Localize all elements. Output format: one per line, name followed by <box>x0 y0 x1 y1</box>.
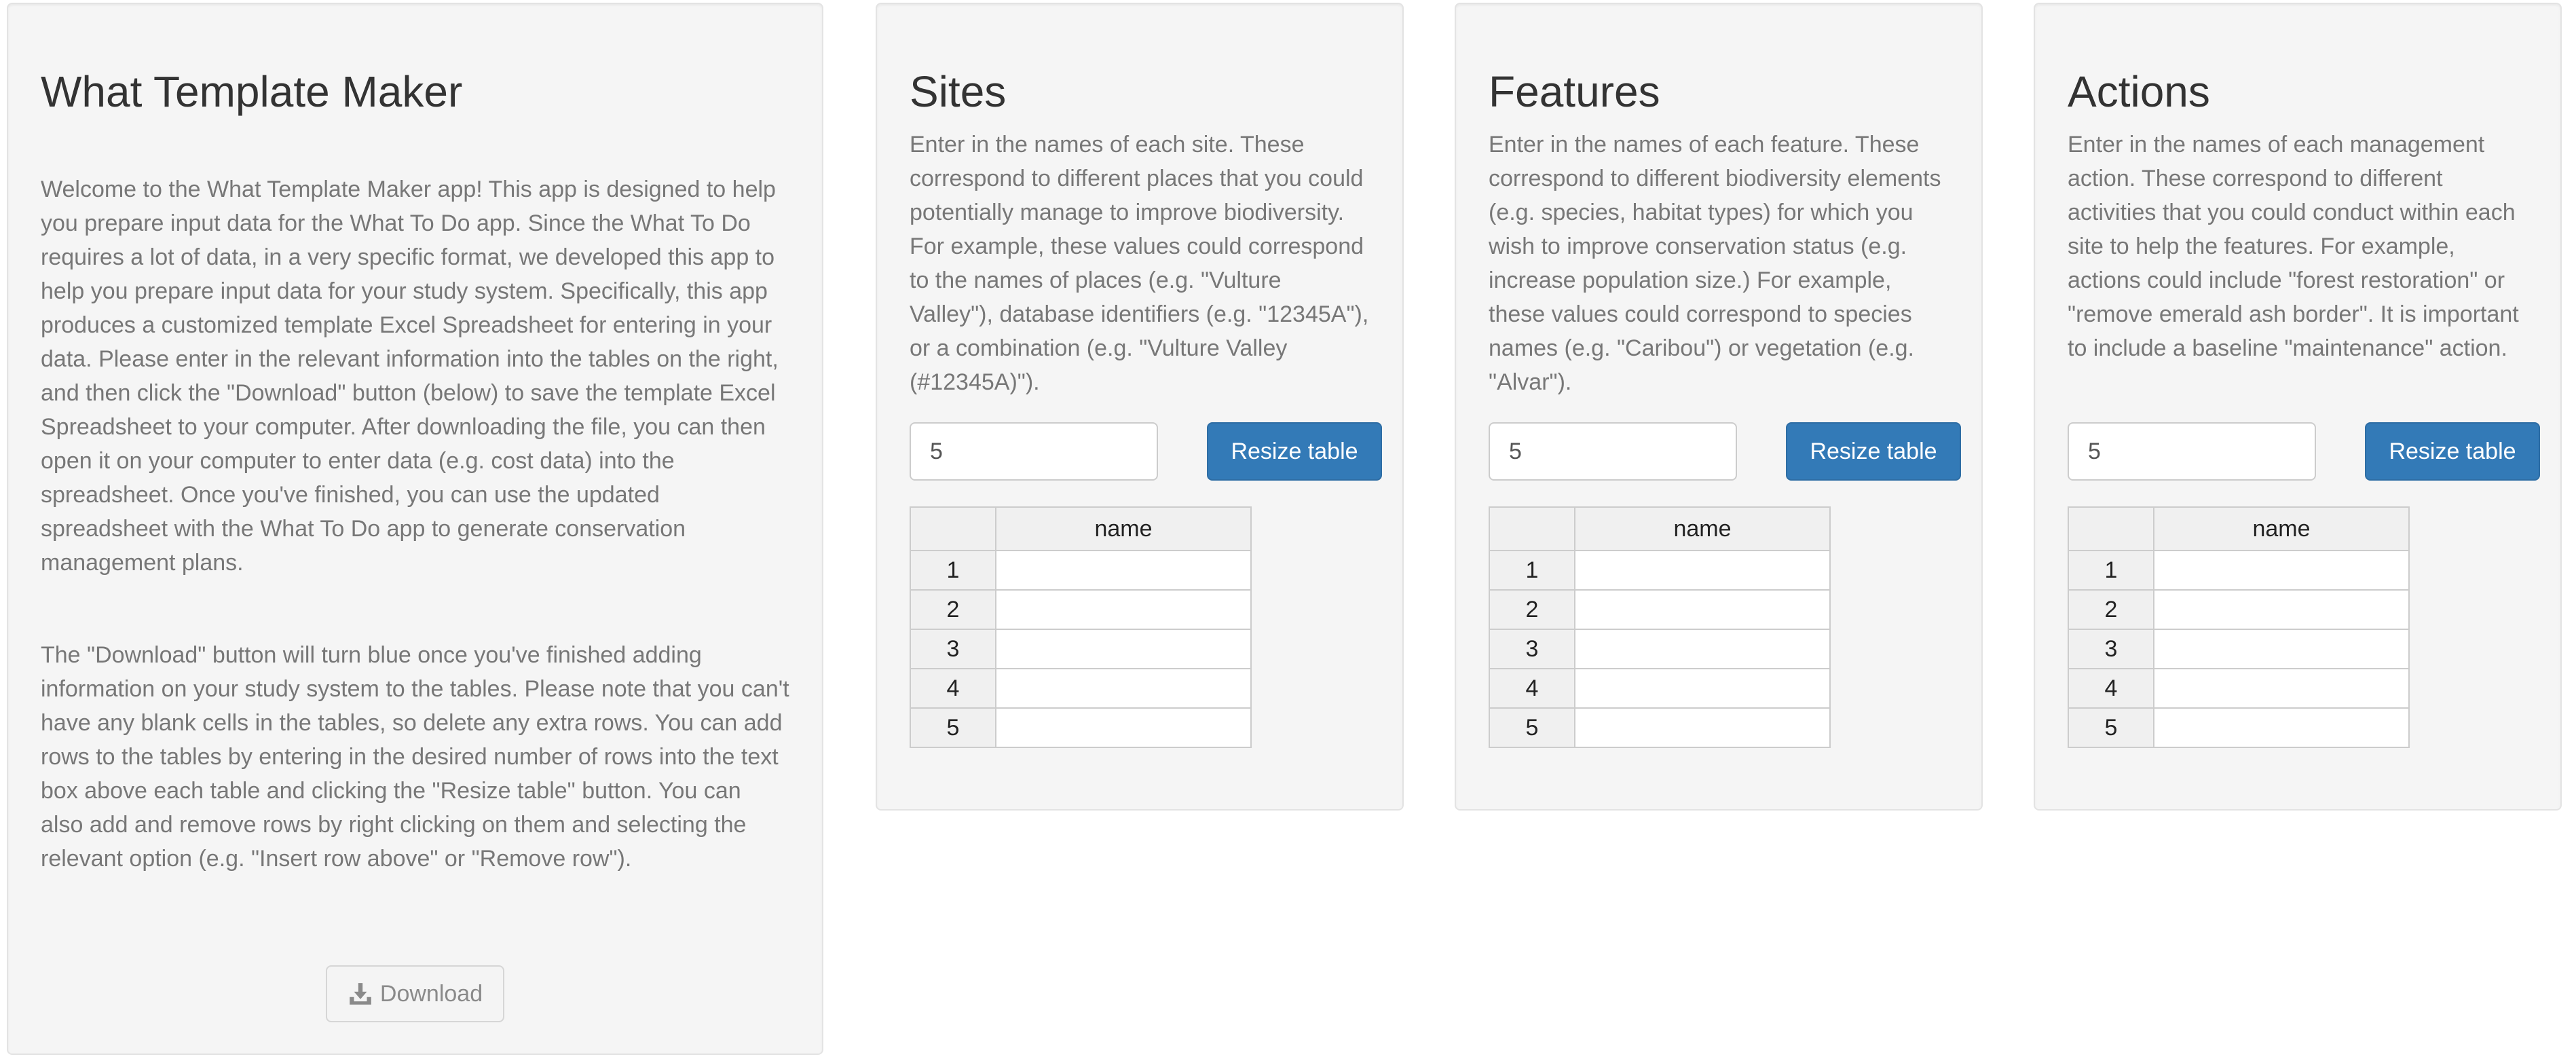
table-cell[interactable] <box>995 550 1252 591</box>
row-header[interactable]: 5 <box>2068 707 2154 748</box>
table-cell[interactable] <box>995 629 1252 669</box>
table-cell[interactable] <box>995 668 1252 709</box>
row-header[interactable]: 4 <box>2068 668 2154 709</box>
table-row: 3 <box>2068 629 2410 669</box>
table-row: 3 <box>910 629 1252 669</box>
row-header[interactable]: 5 <box>910 707 996 748</box>
actions-panel: Actions Enter in the names of each manag… <box>2034 3 2562 811</box>
download-button-label: Download <box>379 980 483 1007</box>
sites-title: Sites <box>910 67 1007 116</box>
row-header[interactable]: 1 <box>1489 550 1575 591</box>
download-button[interactable]: Download <box>325 965 505 1022</box>
table-cell[interactable] <box>1574 550 1831 591</box>
table-row: 5 <box>1489 707 1831 748</box>
row-header[interactable]: 4 <box>1489 668 1575 709</box>
column-header-name[interactable]: name <box>2153 506 2410 551</box>
row-header[interactable]: 5 <box>1489 707 1575 748</box>
row-header[interactable]: 3 <box>1489 629 1575 669</box>
column-header-name[interactable]: name <box>1574 506 1831 551</box>
features-panel: Features Enter in the names of each feat… <box>1455 3 1983 811</box>
table-row: 3 <box>1489 629 1831 669</box>
table-cell[interactable] <box>1574 629 1831 669</box>
intro-paragraph-instructions: The "Download" button will turn blue onc… <box>41 642 789 872</box>
sites-controls: Resize table <box>910 422 1382 482</box>
table-cell[interactable] <box>2153 668 2410 709</box>
table-row: 1 <box>910 550 1252 591</box>
table-cell[interactable] <box>2153 550 2410 591</box>
page: What Template Maker Welcome to the What … <box>0 0 2576 1061</box>
table-cell[interactable] <box>1574 589 1831 630</box>
actions-row-count-input[interactable] <box>2068 422 2316 481</box>
table-row: 1 <box>1489 550 1831 591</box>
table-corner-cell <box>1489 506 1575 551</box>
features-description: Enter in the names of each feature. Thes… <box>1489 132 1941 396</box>
table-header-row: name <box>1489 506 1831 551</box>
table-cell[interactable] <box>995 589 1252 630</box>
column-header-name[interactable]: name <box>995 506 1252 551</box>
download-wrapper: Download <box>8 965 822 1022</box>
row-header[interactable]: 1 <box>2068 550 2154 591</box>
features-title: Features <box>1489 67 1660 116</box>
row-header[interactable]: 2 <box>2068 589 2154 630</box>
row-header[interactable]: 3 <box>910 629 996 669</box>
table-row: 2 <box>1489 589 1831 630</box>
download-icon <box>350 983 371 1005</box>
table-corner-cell <box>2068 506 2154 551</box>
features-resize-table-button[interactable]: Resize table <box>1786 422 1961 481</box>
sites-resize-table-button[interactable]: Resize table <box>1207 422 1382 481</box>
actions-description: Enter in the names of each management ac… <box>2068 132 2519 362</box>
features-table: name 1 2 3 4 5 <box>1489 506 1831 748</box>
row-header[interactable]: 4 <box>910 668 996 709</box>
actions-resize-table-button[interactable]: Resize table <box>2365 422 2540 481</box>
sites-panel: Sites Enter in the names of each site. T… <box>876 3 1404 811</box>
table-row: 5 <box>2068 707 2410 748</box>
table-cell[interactable] <box>2153 629 2410 669</box>
table-row: 5 <box>910 707 1252 748</box>
features-controls: Resize table <box>1489 422 1961 482</box>
table-cell[interactable] <box>995 707 1252 748</box>
features-row-count-input[interactable] <box>1489 422 1737 481</box>
sites-description: Enter in the names of each site. These c… <box>910 132 1369 396</box>
sites-row-count-input[interactable] <box>910 422 1158 481</box>
intro-paragraph-welcome: Welcome to the What Template Maker app! … <box>41 176 779 576</box>
table-corner-cell <box>910 506 996 551</box>
intro-panel: What Template Maker Welcome to the What … <box>7 3 823 1055</box>
app-title: What Template Maker <box>41 67 463 116</box>
actions-table: name 1 2 3 4 5 <box>2068 506 2410 748</box>
table-header-row: name <box>910 506 1252 551</box>
row-header[interactable]: 2 <box>910 589 996 630</box>
table-row: 4 <box>1489 668 1831 709</box>
table-row: 2 <box>2068 589 2410 630</box>
table-row: 4 <box>2068 668 2410 709</box>
table-cell[interactable] <box>1574 707 1831 748</box>
table-cell[interactable] <box>2153 707 2410 748</box>
row-header[interactable]: 3 <box>2068 629 2154 669</box>
actions-controls: Resize table <box>2068 422 2540 482</box>
sites-table: name 1 2 3 4 5 <box>910 506 1252 748</box>
row-header[interactable]: 1 <box>910 550 996 591</box>
table-cell[interactable] <box>1574 668 1831 709</box>
table-cell[interactable] <box>2153 589 2410 630</box>
table-header-row: name <box>2068 506 2410 551</box>
row-header[interactable]: 2 <box>1489 589 1575 630</box>
table-row: 4 <box>910 668 1252 709</box>
table-row: 2 <box>910 589 1252 630</box>
table-row: 1 <box>2068 550 2410 591</box>
actions-title: Actions <box>2068 67 2210 116</box>
